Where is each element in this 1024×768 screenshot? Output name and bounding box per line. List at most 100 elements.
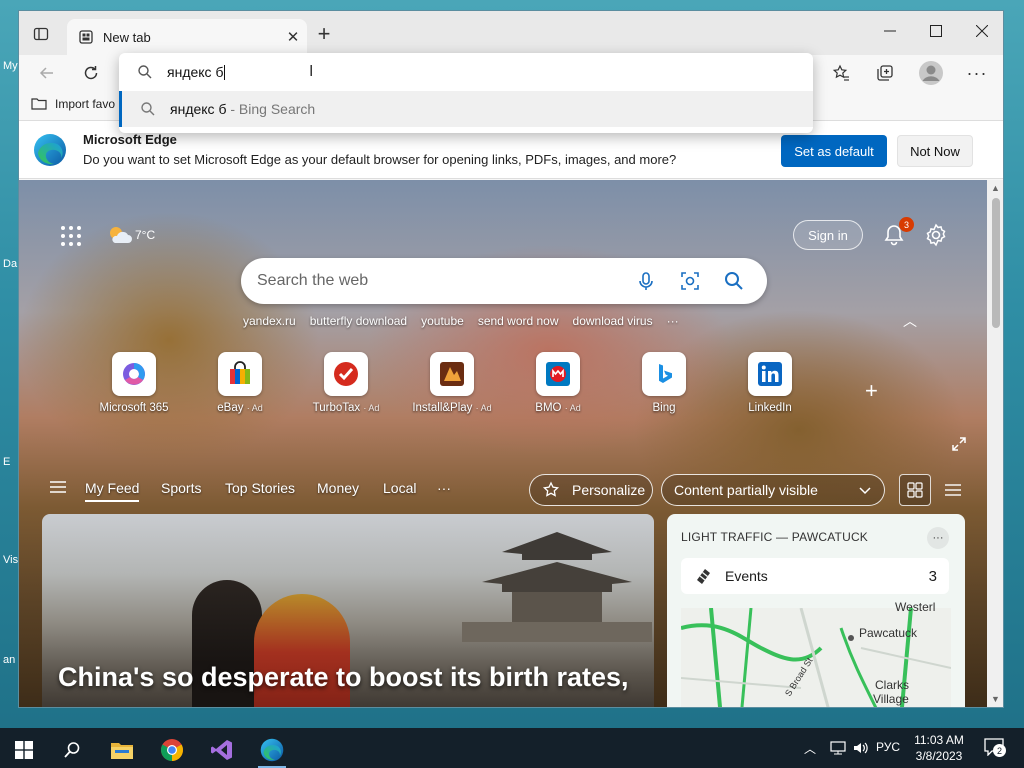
more-horizontal-icon: ··· bbox=[966, 62, 988, 83]
news-card[interactable]: China's so desperate to boost its birth … bbox=[42, 514, 654, 707]
maximize-button[interactable] bbox=[913, 11, 959, 51]
taskbar-edge[interactable] bbox=[248, 732, 296, 768]
show-hidden-icons-chevron-up-icon[interactable]: ︿ bbox=[804, 740, 816, 757]
page-scrollbar[interactable]: ▲ ▼ bbox=[987, 180, 1003, 707]
tab-close-icon[interactable]: ✕ bbox=[279, 28, 307, 46]
taskbar-clock[interactable]: 11:03 AM 3/8/2023 bbox=[904, 732, 974, 764]
favorites-button[interactable] bbox=[825, 59, 857, 87]
address-bar-input[interactable]: яндекс б bbox=[167, 64, 226, 81]
tab-actions-button[interactable] bbox=[29, 23, 53, 45]
network-icon[interactable] bbox=[830, 740, 846, 756]
search-icon[interactable] bbox=[723, 270, 745, 292]
start-button[interactable] bbox=[0, 732, 48, 768]
gear-icon[interactable] bbox=[923, 222, 949, 248]
web-search-box[interactable] bbox=[241, 258, 767, 304]
weather-widget[interactable]: 7°C bbox=[107, 224, 155, 246]
taskbar-chrome[interactable] bbox=[148, 732, 196, 768]
feed-tab-local[interactable]: Local bbox=[383, 480, 416, 496]
new-tab-button[interactable]: + bbox=[311, 23, 337, 49]
tile-install-and-play[interactable]: Install&Play · Ad bbox=[399, 352, 505, 422]
personalize-button[interactable]: Personalize bbox=[529, 474, 653, 506]
visual-search-icon[interactable] bbox=[679, 270, 701, 292]
traffic-more-button[interactable]: ··· bbox=[927, 527, 949, 549]
quick-link[interactable]: download virus bbox=[573, 314, 653, 328]
ebay-bag-icon bbox=[230, 361, 250, 384]
list-view-icon bbox=[945, 484, 961, 496]
feed-tab-top-stories[interactable]: Top Stories bbox=[225, 480, 295, 496]
scroll-up-icon[interactable]: ▲ bbox=[991, 183, 1000, 193]
feed-tab-sports[interactable]: Sports bbox=[161, 480, 201, 496]
content-visibility-dropdown[interactable]: Content partially visible bbox=[661, 474, 885, 506]
tile-ebay[interactable]: eBay · Ad bbox=[187, 352, 293, 422]
collections-button[interactable] bbox=[869, 59, 901, 87]
tile-bmo[interactable]: BMO · Ad bbox=[505, 352, 611, 422]
tab-new-tab[interactable]: New tab ✕ bbox=[67, 19, 307, 55]
feed-navigation: My Feed Sports Top Stories Money Local ·… bbox=[19, 472, 987, 506]
not-now-button[interactable]: Not Now bbox=[897, 135, 973, 167]
add-site-plus-icon[interactable]: + bbox=[865, 378, 878, 404]
tab-actions-icon bbox=[33, 27, 49, 41]
chevron-down-icon bbox=[859, 487, 871, 495]
tile-linkedin[interactable]: LinkedIn bbox=[717, 352, 823, 422]
import-favorites-button[interactable]: Import favo bbox=[31, 97, 115, 111]
minimize-button[interactable] bbox=[867, 11, 913, 51]
taskbar-search-button[interactable] bbox=[48, 732, 96, 768]
web-search-input[interactable] bbox=[257, 272, 617, 290]
desktop-label[interactable]: Vis bbox=[3, 554, 18, 566]
quick-link[interactable]: youtube bbox=[421, 314, 464, 328]
quick-link[interactable]: butterfly download bbox=[310, 314, 407, 328]
list-view-button[interactable] bbox=[937, 474, 969, 506]
taskbar-file-explorer[interactable] bbox=[98, 732, 146, 768]
set-as-default-button[interactable]: Set as default bbox=[781, 135, 887, 167]
settings-more-button[interactable]: ··· bbox=[961, 59, 993, 87]
hamburger-menu-icon[interactable] bbox=[49, 480, 67, 494]
address-bar[interactable]: яндекс б I bbox=[119, 53, 813, 91]
volume-icon[interactable] bbox=[852, 740, 868, 756]
action-center-button[interactable]: 2 bbox=[984, 738, 1006, 758]
personalize-star-icon bbox=[542, 481, 560, 497]
tile-bing[interactable]: Bing bbox=[611, 352, 717, 422]
tile-turbotax[interactable]: TurboTax · Ad bbox=[293, 352, 399, 422]
taskbar-visual-studio[interactable] bbox=[198, 732, 246, 768]
traffic-map[interactable]: Westerl Pawcatuck Clarks Village S Broad… bbox=[680, 600, 952, 707]
windows-logo-icon bbox=[15, 741, 33, 759]
suggestion-engine: - Bing Search bbox=[226, 101, 316, 117]
desktop-label[interactable]: an bbox=[3, 654, 15, 666]
traffic-events-row[interactable]: Events 3 bbox=[681, 558, 949, 594]
desktop-label[interactable]: My bbox=[3, 60, 18, 72]
expand-background-icon[interactable] bbox=[951, 436, 967, 452]
search-suggestion[interactable]: яндекс б - Bing Search bbox=[119, 91, 813, 127]
game-icon bbox=[440, 362, 464, 386]
quick-link[interactable]: send word now bbox=[478, 314, 559, 328]
news-headline[interactable]: China's so desperate to boost its birth … bbox=[58, 662, 629, 693]
refresh-icon bbox=[84, 66, 98, 80]
desktop-label[interactable]: Da bbox=[3, 258, 17, 270]
collapse-chevron-up-icon[interactable]: ︿ bbox=[903, 311, 917, 331]
maximize-icon bbox=[930, 25, 942, 37]
scroll-down-icon[interactable]: ▼ bbox=[991, 694, 1000, 704]
tab-title: New tab bbox=[103, 29, 151, 45]
tile-label: TurboTax bbox=[312, 402, 361, 414]
tile-microsoft-365[interactable]: Microsoft 365 bbox=[81, 352, 187, 422]
scrollbar-thumb[interactable] bbox=[992, 198, 1000, 328]
feed-tab-my-feed[interactable]: My Feed bbox=[85, 480, 140, 502]
keyboard-language[interactable]: РУС bbox=[876, 740, 900, 754]
quick-link[interactable]: yandex.ru bbox=[243, 314, 296, 328]
back-button[interactable] bbox=[31, 59, 63, 87]
suggestion-query: яндекс б bbox=[170, 101, 227, 117]
profile-button[interactable] bbox=[915, 59, 947, 87]
close-window-button[interactable] bbox=[959, 11, 1003, 51]
app-launcher-icon[interactable] bbox=[59, 224, 83, 248]
tile-label: Install&Play bbox=[412, 402, 473, 414]
sign-in-button[interactable]: Sign in bbox=[793, 220, 863, 250]
quick-links-more[interactable]: ··· bbox=[667, 314, 679, 328]
feed-tab-money[interactable]: Money bbox=[317, 480, 359, 496]
trending-searches: yandex.ru butterfly download youtube sen… bbox=[243, 314, 693, 328]
feed-tab-more[interactable]: ··· bbox=[437, 480, 451, 496]
desktop-label[interactable]: E bbox=[3, 456, 10, 468]
microphone-icon[interactable] bbox=[635, 270, 657, 292]
refresh-button[interactable] bbox=[75, 59, 107, 87]
tile-label: Microsoft 365 bbox=[99, 402, 169, 414]
search-icon bbox=[64, 742, 80, 758]
grid-view-button[interactable] bbox=[899, 474, 931, 506]
